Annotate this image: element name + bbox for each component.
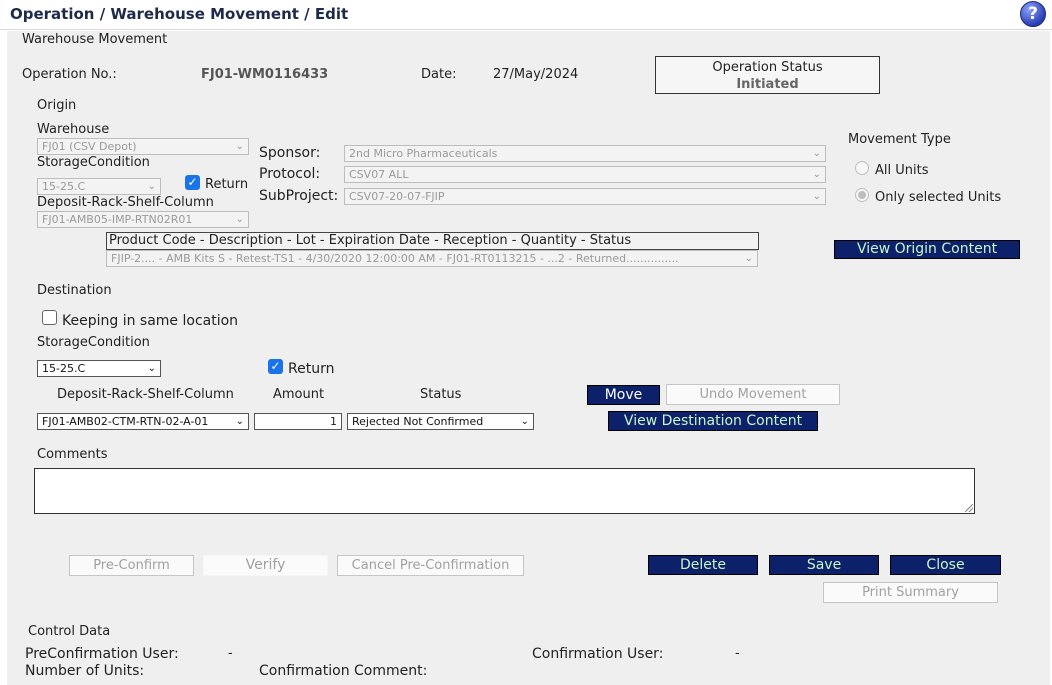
- product-list-header: Product Code - Description - Lot - Expir…: [106, 232, 759, 250]
- origin-title: Origin: [37, 98, 77, 113]
- dest-storage-value: 15-25.C: [42, 362, 86, 375]
- delete-button[interactable]: Delete: [648, 555, 758, 575]
- close-button[interactable]: Close: [890, 555, 1001, 575]
- protocol-select[interactable]: CSV07 ALL ⌄: [344, 166, 826, 183]
- print-summary-button[interactable]: Print Summary: [823, 582, 998, 603]
- movement-type-title: Movement Type: [848, 132, 951, 147]
- cancel-pre-confirmation-button[interactable]: Cancel Pre-Confirmation: [337, 555, 524, 576]
- dest-drsc-value: FJ01-AMB02-CTM-RTN-02-A-01: [42, 415, 209, 428]
- view-origin-content-button[interactable]: View Origin Content: [834, 240, 1020, 259]
- origin-warehouse-value: FJ01 (CSV Depot): [42, 140, 137, 153]
- dest-status-value: Rejected Not Confirmed: [352, 415, 484, 428]
- chevron-down-icon: ⌄: [235, 141, 244, 152]
- dest-status-select[interactable]: Rejected Not Confirmed ⌄: [347, 413, 534, 430]
- protocol-label: Protocol:: [259, 166, 321, 182]
- origin-drsc-select[interactable]: FJ01-AMB05-IMP-RTN02R01 ⌄: [37, 211, 249, 228]
- dest-drsc-select[interactable]: FJ01-AMB02-CTM-RTN-02-A-01 ⌄: [37, 413, 249, 430]
- amount-label: Amount: [273, 387, 325, 402]
- operation-status-value: Initiated: [736, 77, 799, 92]
- amount-input[interactable]: 1: [254, 413, 342, 430]
- operation-no-label: Operation No.:: [22, 67, 117, 82]
- destination-title: Destination: [37, 283, 112, 298]
- chevron-down-icon: ⌄: [147, 181, 156, 192]
- view-destination-content-button[interactable]: View Destination Content: [608, 411, 818, 431]
- keep-location-checkbox[interactable]: [42, 310, 57, 325]
- origin-warehouse-select[interactable]: FJ01 (CSV Depot) ⌄: [37, 138, 249, 155]
- keep-location-label: Keeping in same location: [62, 313, 239, 329]
- control-data-title: Control Data: [28, 624, 111, 639]
- resize-grip-icon[interactable]: [965, 504, 973, 512]
- product-select[interactable]: FJIP-2.... - AMB Kits S - Retest-TS1 - 4…: [106, 250, 758, 267]
- pre-confirm-button[interactable]: Pre-Confirm: [69, 555, 194, 576]
- date-label: Date:: [421, 67, 457, 82]
- operation-no-value: FJ01-WM0116433: [201, 67, 329, 82]
- comments-textarea[interactable]: [34, 468, 975, 514]
- undo-movement-button[interactable]: Undo Movement: [666, 384, 840, 405]
- origin-storage-value: 15-25.C: [42, 180, 86, 193]
- all-units-radio[interactable]: [855, 161, 869, 175]
- chevron-down-icon: ⌄: [235, 214, 244, 225]
- date-value: 27/May/2024: [493, 67, 579, 82]
- sponsor-label: Sponsor:: [259, 145, 321, 161]
- all-units-label: All Units: [875, 163, 929, 178]
- page-title: Operation / Warehouse Movement / Edit: [10, 5, 349, 23]
- move-button[interactable]: Move: [587, 385, 660, 405]
- title-bar: Operation / Warehouse Movement / Edit ?: [0, 0, 1052, 30]
- verify-button[interactable]: Verify: [203, 555, 328, 576]
- selected-units-radio[interactable]: [855, 188, 869, 202]
- dest-drsc-label: Deposit-Rack-Shelf-Column: [57, 387, 234, 402]
- status-label: Status: [420, 387, 462, 402]
- dest-storage-label: StorageCondition: [37, 335, 150, 350]
- help-icon[interactable]: ?: [1020, 1, 1046, 27]
- origin-storage-select[interactable]: 15-25.C ⌄: [37, 178, 161, 195]
- selected-units-label: Only selected Units: [875, 190, 1002, 205]
- confirmation-user-label: Confirmation User:: [532, 646, 664, 662]
- comments-label: Comments: [37, 447, 108, 462]
- subproject-value: CSV07-20-07-FJIP: [349, 190, 445, 203]
- protocol-value: CSV07 ALL: [349, 168, 409, 181]
- preconfirmation-user-value: -: [228, 646, 233, 661]
- chevron-down-icon: ⌄: [744, 253, 753, 264]
- origin-drsc-value: FJ01-AMB05-IMP-RTN02R01: [42, 213, 193, 226]
- chevron-down-icon: ⌄: [520, 416, 529, 427]
- operation-status-label: Operation Status: [712, 60, 823, 75]
- origin-warehouse-label: Warehouse: [37, 122, 110, 137]
- origin-return-checkbox[interactable]: ✓: [185, 175, 200, 190]
- chevron-down-icon: ⌄: [235, 416, 244, 427]
- sponsor-value: 2nd Micro Pharmaceuticals: [349, 147, 498, 160]
- chevron-down-icon: ⌄: [147, 363, 156, 374]
- confirmation-user-value: -: [735, 646, 740, 661]
- dest-return-checkbox[interactable]: ✓: [268, 359, 283, 374]
- number-of-units-label: Number of Units:: [25, 663, 145, 679]
- origin-storage-label: StorageCondition: [37, 155, 150, 170]
- chevron-down-icon: ⌄: [812, 169, 821, 180]
- preconfirmation-user-label: PreConfirmation User:: [25, 646, 179, 662]
- origin-return-label: Return: [205, 177, 249, 192]
- dest-return-label: Return: [288, 361, 335, 377]
- product-value: FJIP-2.... - AMB Kits S - Retest-TS1 - 4…: [111, 252, 679, 265]
- dest-storage-select[interactable]: 15-25.C ⌄: [37, 360, 161, 377]
- subproject-select[interactable]: CSV07-20-07-FJIP ⌄: [344, 188, 826, 205]
- origin-drsc-label: Deposit-Rack-Shelf-Column: [37, 195, 214, 210]
- confirmation-comment-label: Confirmation Comment:: [259, 663, 428, 679]
- chevron-down-icon: ⌄: [812, 191, 821, 202]
- save-button[interactable]: Save: [769, 555, 879, 575]
- subproject-label: SubProject:: [259, 188, 339, 204]
- chevron-down-icon: ⌄: [812, 148, 821, 159]
- section-title: Warehouse Movement: [22, 32, 168, 47]
- operation-status-box: Operation Status Initiated: [655, 56, 880, 94]
- sponsor-select[interactable]: 2nd Micro Pharmaceuticals ⌄: [344, 145, 826, 162]
